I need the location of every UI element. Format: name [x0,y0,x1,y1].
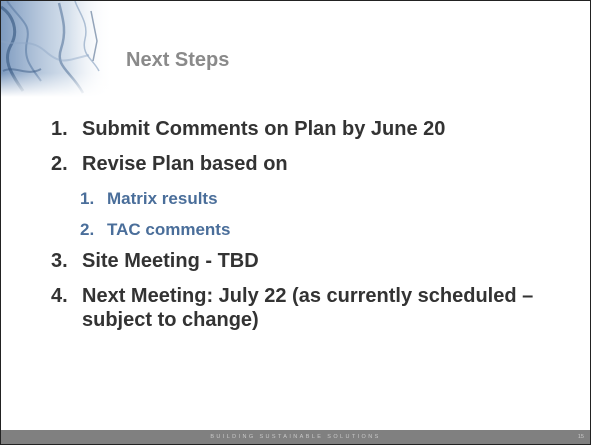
sub-list-item-text: TAC comments [107,220,231,239]
list-item-number: 1. [51,118,68,140]
list-item: 4. Next Meeting: July 22 (as currently s… [51,284,571,332]
list-item: 2. Revise Plan based on [51,152,288,176]
sub-list-item-text: Matrix results [107,189,218,208]
list-item-text: Next Meeting: July 22 (as currently sche… [82,285,534,331]
sub-list-item: 1. Matrix results [80,187,218,211]
list-item-text: Site Meeting - TBD [82,250,259,272]
footer-bar: BUILDING SUSTAINABLE SOLUTIONS 15 [1,430,590,444]
list-item-text: Revise Plan based on [82,153,288,175]
slide-title: Next Steps [126,49,230,71]
list-item-number: 4. [51,285,68,307]
sub-list-item-number: 1. [80,189,95,208]
list-item-number: 2. [51,153,68,175]
list-item-number: 3. [51,250,68,272]
sub-list-item-number: 2. [80,220,95,239]
list-item-text: Submit Comments on Plan by June 20 [82,118,446,140]
footer-tagline: BUILDING SUSTAINABLE SOLUTIONS [210,434,381,440]
corner-texture-graphic [1,1,113,97]
page-number: 15 [577,434,584,440]
sub-list-item: 2. TAC comments [80,218,230,242]
slide: Next Steps 1. Submit Comments on Plan by… [0,0,591,445]
list-item: 1. Submit Comments on Plan by June 20 [51,117,445,141]
list-item: 3. Site Meeting - TBD [51,249,259,273]
